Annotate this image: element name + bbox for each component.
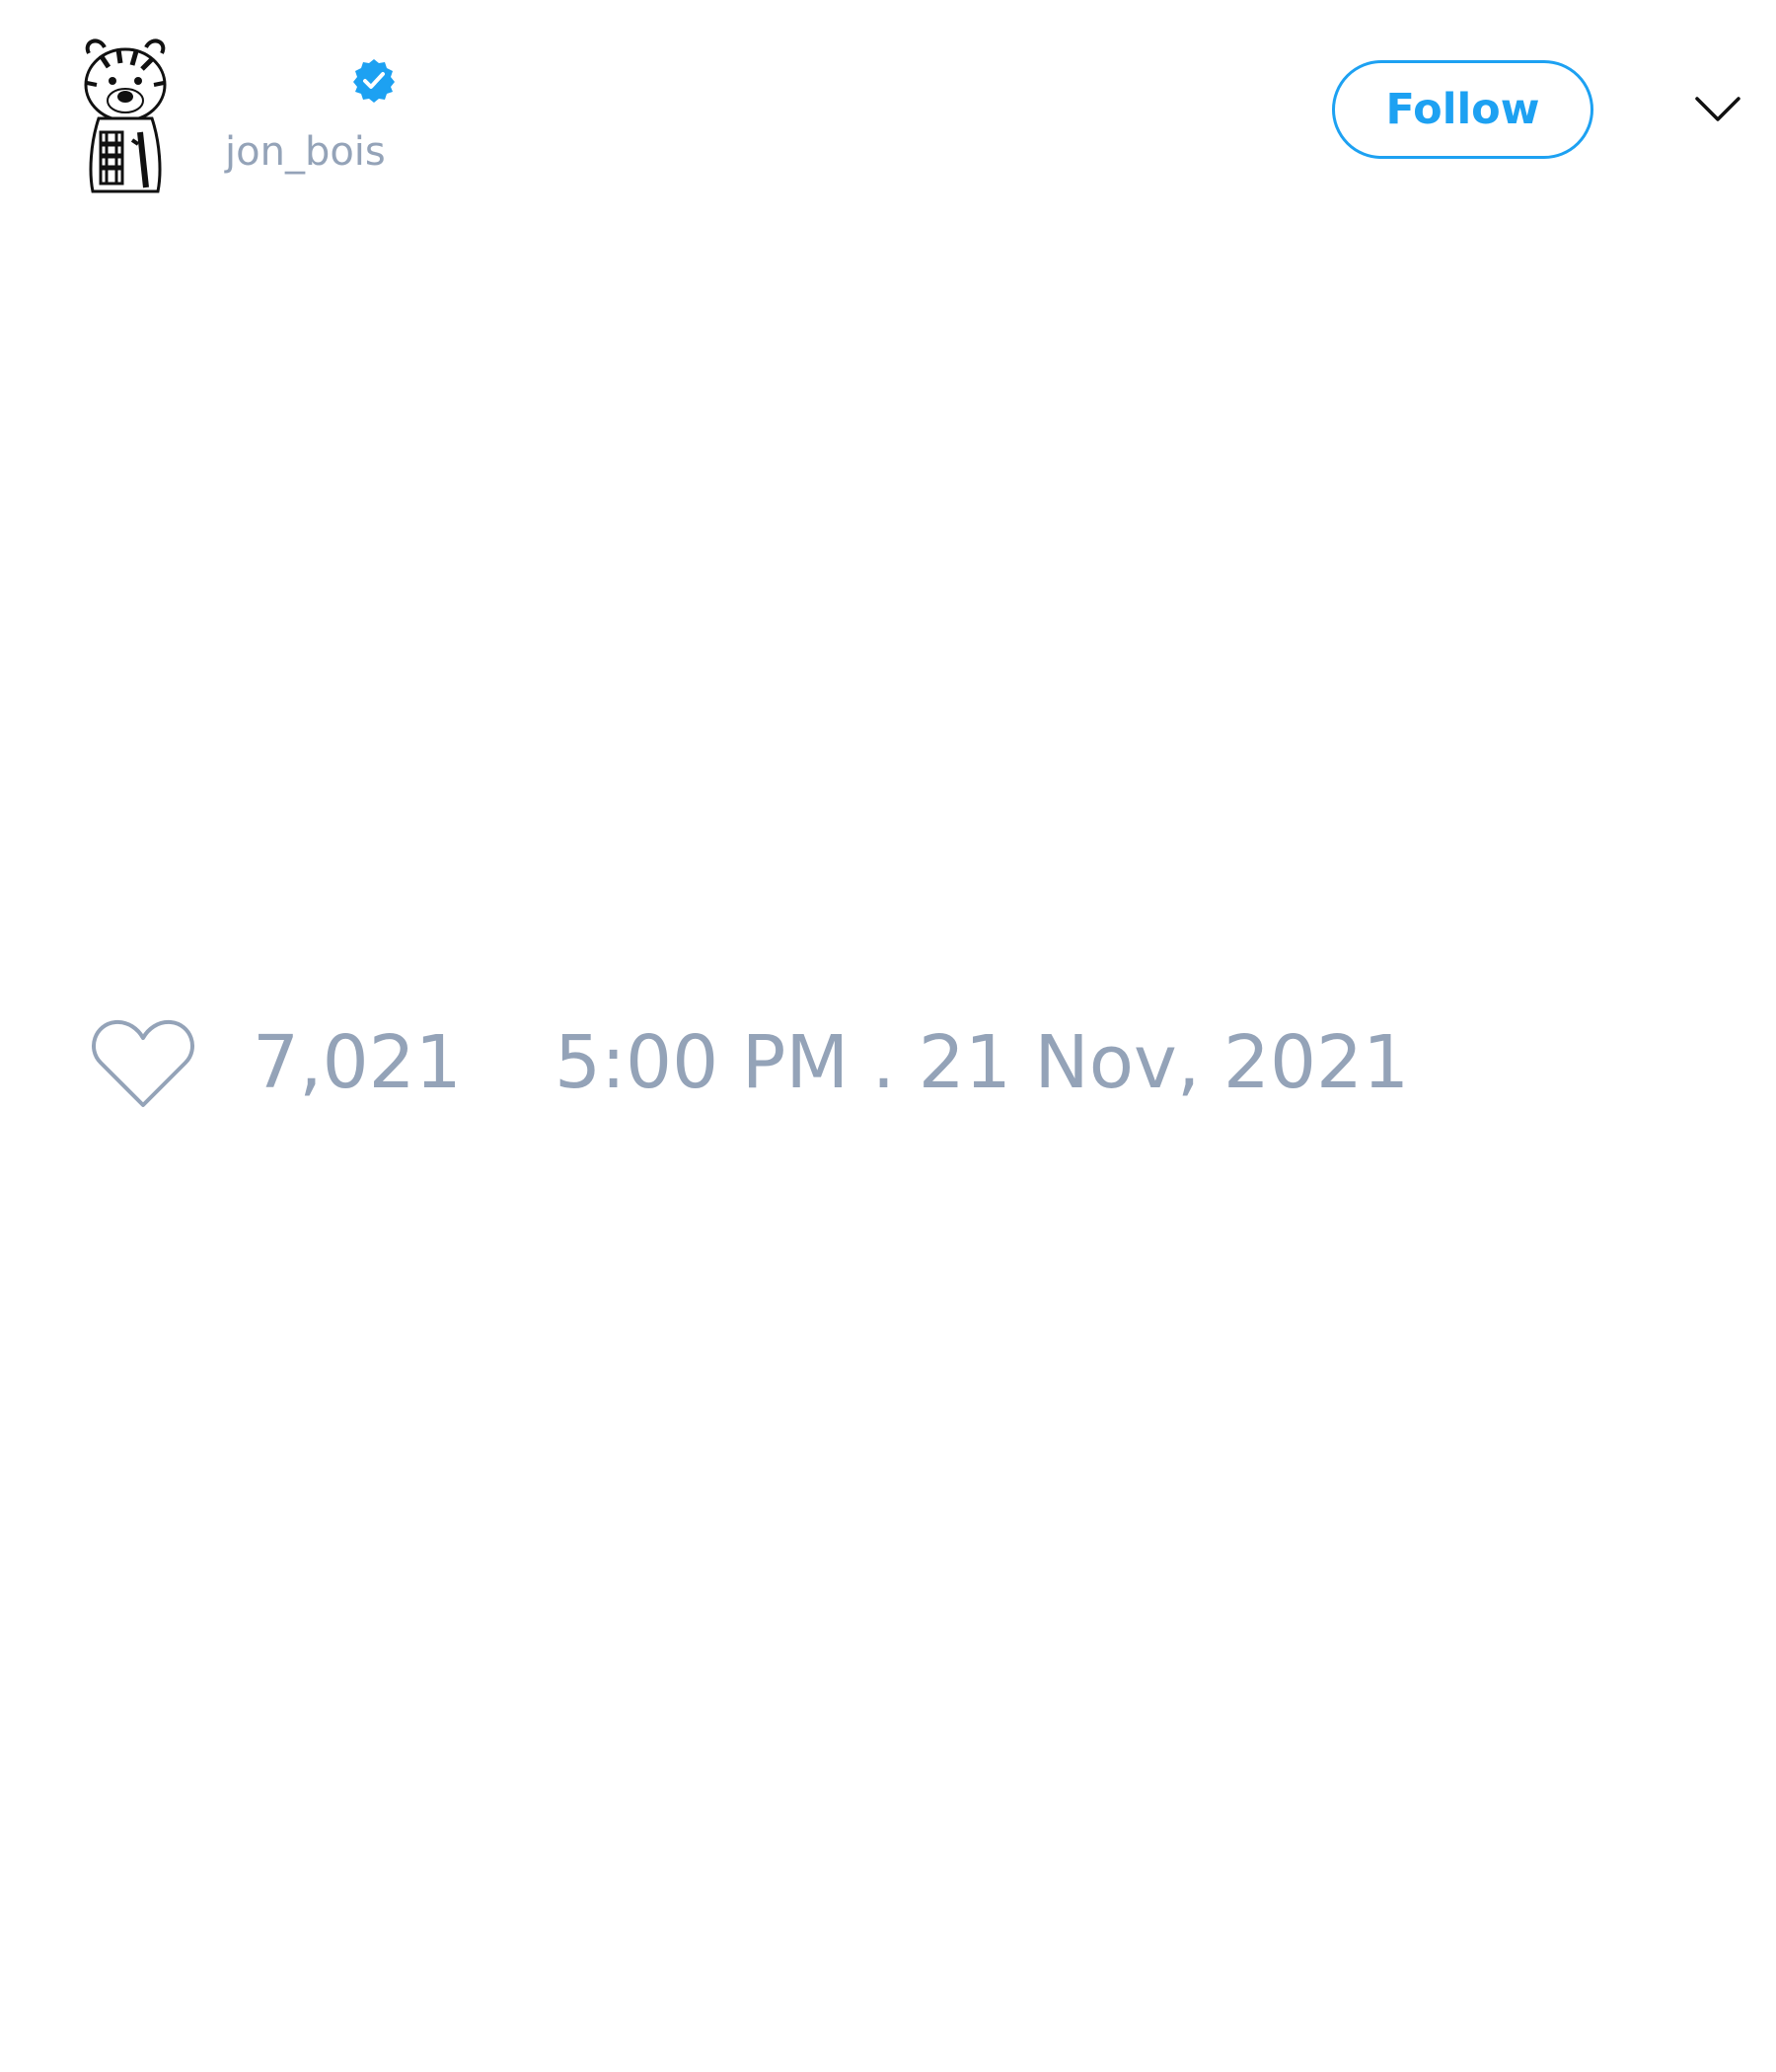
user-handle[interactable]: jon_bois xyxy=(225,126,386,178)
tweet-timestamp[interactable]: 5:00 PM . 21 Nov, 2021 xyxy=(555,1016,1409,1109)
follow-button[interactable]: Follow xyxy=(1332,60,1593,159)
like-count: 7,021 xyxy=(253,1020,462,1105)
tiger-avatar-icon xyxy=(84,38,167,193)
chevron-down-icon[interactable] xyxy=(1693,93,1742,126)
heart-icon[interactable] xyxy=(89,1016,197,1111)
verified-badge-icon xyxy=(350,57,398,105)
avatar[interactable] xyxy=(61,34,189,196)
